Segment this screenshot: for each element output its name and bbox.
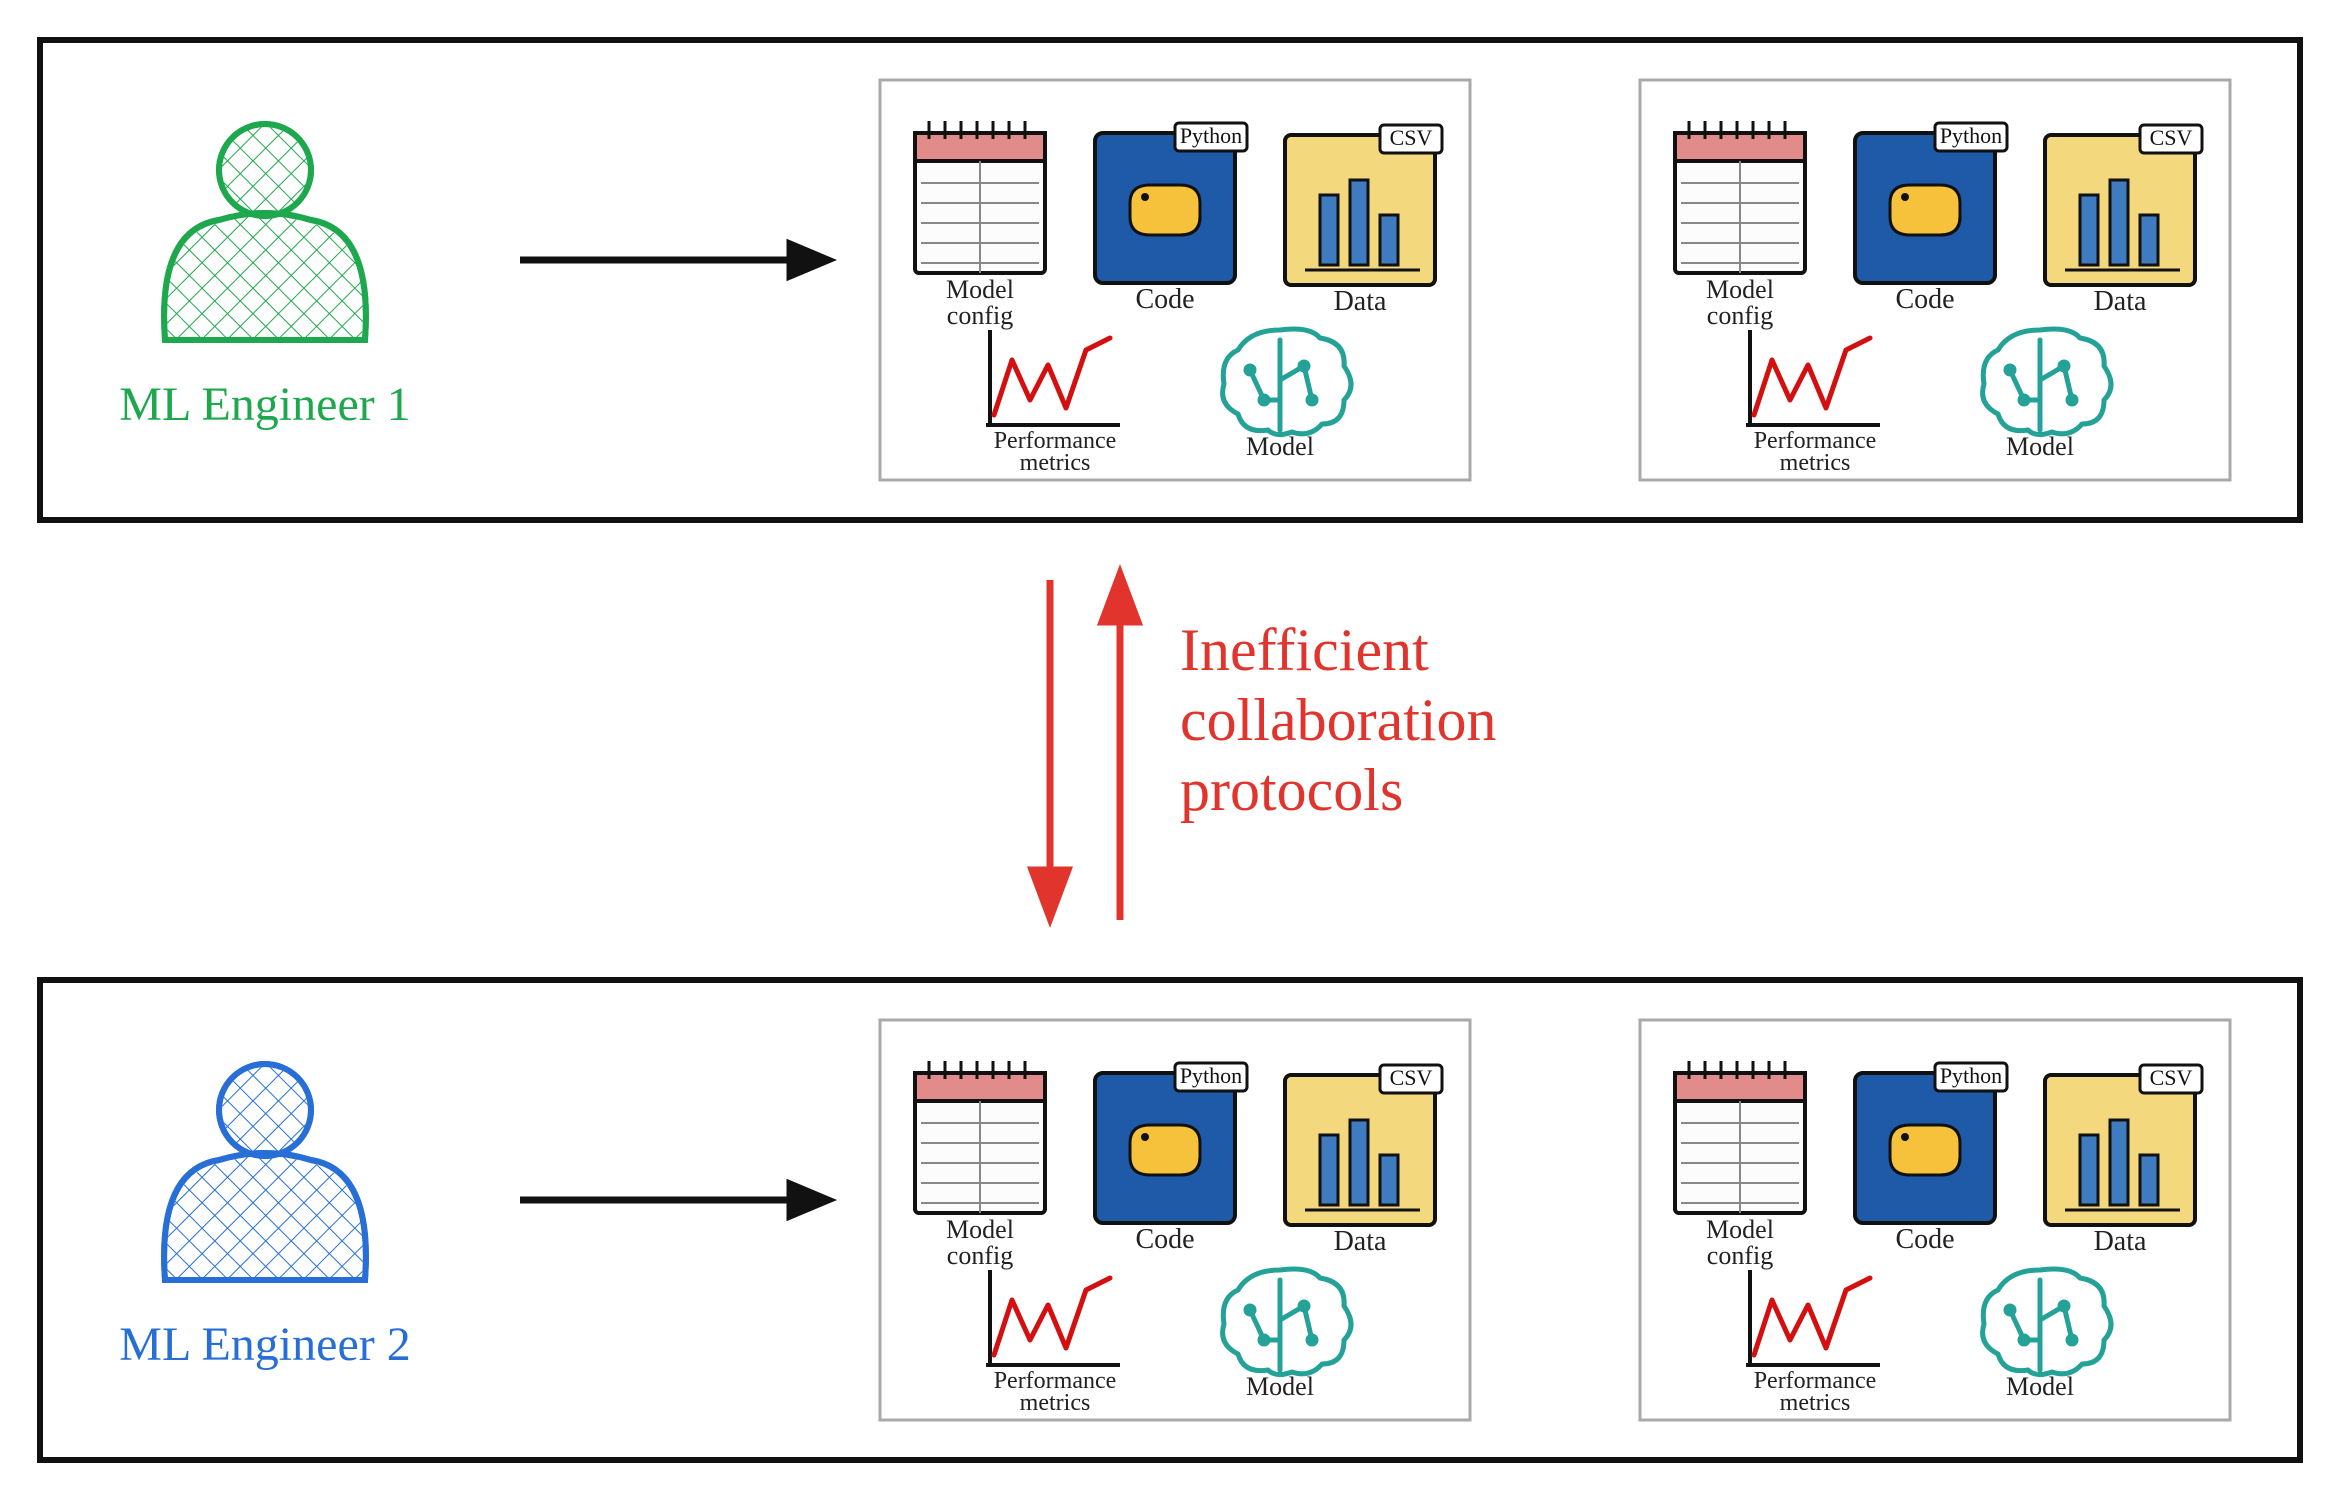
svg-text:CSV: CSV [2150, 125, 2193, 150]
model-label: Model [2006, 1372, 2074, 1401]
engineer-2-label: ML Engineer 2 [119, 1318, 410, 1371]
model-config-icon [1675, 121, 1805, 273]
model-label: Model [1246, 1372, 1314, 1401]
model-config-label: Modelconfig [946, 275, 1014, 330]
engineer-1-label: ML Engineer 1 [119, 378, 410, 431]
code-label: Code [1135, 1224, 1194, 1255]
svg-text:Python: Python [1940, 123, 2002, 148]
code-label: Code [1895, 1224, 1954, 1255]
data-icon: CSV [2045, 1065, 2202, 1225]
code-icon: Python [1095, 1063, 1247, 1223]
model-config-label: Modelconfig [1706, 1215, 1774, 1270]
model-config-icon [915, 1061, 1045, 1213]
code-icon: Python [1855, 1063, 2007, 1223]
data-label: Data [2094, 286, 2147, 317]
artifact-box-2b: Modelconfig Python Code CSV Data [1640, 1020, 2230, 1420]
model-label: Model [2006, 432, 2074, 461]
code-icon: Python [1095, 123, 1247, 283]
engineer-1-panel: ML Engineer 1 [40, 40, 2300, 520]
engineer-2-panel: ML Engineer 2 Mo [40, 980, 2300, 1460]
model-config-icon [915, 121, 1045, 273]
code-icon: Python [1855, 123, 2007, 283]
model-config-label: Modelconfig [946, 1215, 1014, 1270]
svg-text:CSV: CSV [1390, 125, 1433, 150]
artifact-box-2a: Modelconfig Python Code CSV Data [880, 1020, 1470, 1420]
model-config-label: Modelconfig [1706, 275, 1774, 330]
data-label: Data [1334, 286, 1387, 317]
artifact-box-1b: Modelconfig Python Code CSV Data [1640, 80, 2230, 480]
data-icon: CSV [2045, 125, 2202, 285]
svg-text:Python: Python [1180, 1063, 1242, 1088]
artifact-box-1a: Modelconfig Python Code CSV Data [880, 80, 1470, 480]
code-label: Code [1895, 284, 1954, 315]
data-icon: CSV [1285, 1065, 1442, 1225]
collaboration-label: Inefficient collaboration protocols [1180, 617, 1512, 823]
svg-text:CSV: CSV [2150, 1065, 2193, 1090]
data-label: Data [2094, 1226, 2147, 1257]
svg-text:CSV: CSV [1390, 1065, 1433, 1090]
collaboration-arrows-icon [1032, 574, 1138, 920]
model-config-icon [1675, 1061, 1805, 1213]
svg-text:Python: Python [1940, 1063, 2002, 1088]
data-icon: CSV [1285, 125, 1442, 285]
data-label: Data [1334, 1226, 1387, 1257]
model-label: Model [1246, 432, 1314, 461]
code-label: Code [1135, 284, 1194, 315]
svg-text:Python: Python [1180, 123, 1242, 148]
